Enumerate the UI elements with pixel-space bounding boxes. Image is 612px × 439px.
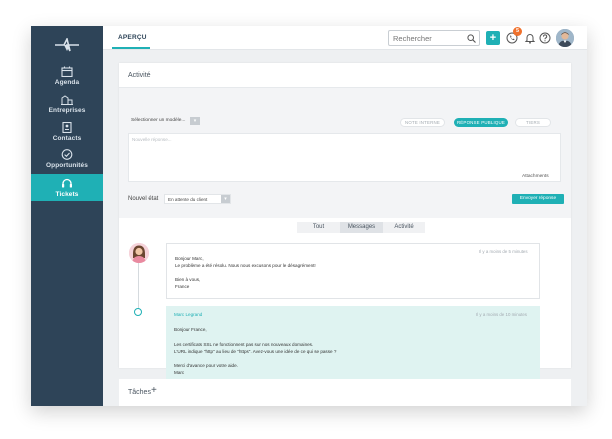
sidebar-item-agenda[interactable]: Agenda	[31, 66, 103, 92]
top-bar: APERÇU + 5	[103, 26, 587, 50]
chevron-down-icon[interactable]: ▾	[221, 195, 230, 203]
headset-icon	[62, 178, 72, 188]
filter-tab-activite[interactable]: Activité	[383, 222, 425, 233]
check-circle-icon	[61, 149, 73, 160]
message-line: Les certificats SSL ne fonctionnent pas …	[174, 342, 314, 347]
message-line: Bonjour Marc,	[175, 256, 204, 261]
activity-card: Activité Sélectionner un modèle... ▾ NOT…	[119, 63, 571, 386]
reply-input[interactable]	[132, 137, 552, 157]
app-window: Agenda Entreprises Contacts Opportunités…	[31, 26, 587, 406]
template-select-value: Sélectionner un modèle...	[131, 118, 186, 123]
sidebar-item-tickets[interactable]: Tickets	[31, 174, 103, 201]
tasks-card: Tâches +	[119, 379, 571, 406]
user-avatar-image	[556, 29, 574, 47]
user-avatar[interactable]	[556, 29, 574, 47]
message-time: Il y a moins de 10 minutes	[476, 312, 528, 317]
reply-box: Attachments	[128, 133, 561, 182]
send-reply-button[interactable]: Envoyer réponse	[512, 194, 564, 204]
nouvel-etat-label: Nouvel état	[128, 196, 159, 202]
add-task-button[interactable]: +	[151, 385, 157, 396]
message-time: Il y a moins de 5 minutes	[479, 249, 528, 254]
tab-apercu[interactable]: APERÇU	[118, 34, 147, 41]
sidebar-item-contacts[interactable]: Contacts	[31, 122, 103, 148]
sidebar-item-label: Agenda	[54, 79, 80, 86]
activity-title: Activité	[128, 72, 151, 79]
message-line: Marc	[174, 370, 185, 375]
mode-tiers[interactable]: TIERS	[515, 118, 551, 127]
sidebar-item-label: Tickets	[55, 191, 79, 198]
message-line: L'URL indique "http" au lieu de "https".…	[174, 349, 337, 354]
timeline-line	[138, 263, 139, 313]
sidebar-item-label: Entreprises	[48, 107, 86, 114]
bell-icon[interactable]	[524, 32, 536, 44]
agent-avatar	[129, 243, 149, 263]
sidebar: Agenda Entreprises Contacts Opportunités…	[31, 26, 103, 406]
tasks-title: Tâches	[128, 389, 151, 396]
buildings-icon	[61, 95, 73, 105]
message-card: Il y a moins de 5 minutes Bonjour Marc, …	[166, 243, 540, 299]
sidebar-item-entreprises[interactable]: Entreprises	[31, 94, 103, 120]
notification-badge: 5	[513, 27, 522, 36]
agent-avatar-image	[129, 243, 149, 263]
message-line: Merci d'avance pour votre aide.	[174, 363, 238, 368]
contact-card-icon	[62, 122, 72, 133]
app-logo-icon[interactable]	[55, 38, 79, 52]
sidebar-item-label: Opportunités	[45, 162, 88, 169]
message-line: Le problème a été résolu. Nous nous excu…	[175, 263, 316, 268]
filter-tab-tout[interactable]: Tout	[297, 222, 340, 233]
activity-filter-tabs: Tout Messages Activité	[297, 222, 425, 233]
help-icon[interactable]	[539, 32, 551, 44]
message-card-highlighted: Marc Legrand Il y a moins de 10 minutes …	[166, 306, 540, 386]
mode-note-interne[interactable]: NOTE INTERNE	[400, 118, 445, 127]
search-input[interactable]	[393, 34, 465, 43]
chevron-down-icon[interactable]: ▾	[190, 117, 200, 125]
search-icon[interactable]	[467, 34, 476, 43]
timeline-marker	[134, 308, 142, 316]
calendar-icon	[61, 66, 73, 77]
filter-tab-messages[interactable]: Messages	[340, 222, 383, 233]
add-button[interactable]: +	[486, 31, 500, 45]
sidebar-item-label: Contacts	[52, 135, 82, 142]
mode-reponse-publique[interactable]: RÉPONSE PUBLIQUE	[454, 118, 508, 127]
message-line: Bonjour France,	[174, 327, 207, 332]
sidebar-item-opportunites[interactable]: Opportunités	[31, 149, 103, 175]
template-select[interactable]: Sélectionner un modèle... ▾	[128, 116, 201, 126]
message-line: Bien à vous,	[175, 277, 201, 282]
etat-select[interactable]: En attente du client ▾	[164, 194, 231, 204]
message-line: France	[175, 284, 190, 289]
search-box[interactable]	[388, 30, 480, 46]
etat-select-value: En attente du client	[168, 197, 208, 202]
attachments-link[interactable]: Attachments	[522, 174, 549, 179]
active-tab-indicator	[112, 47, 150, 49]
message-author[interactable]: Marc Legrand	[174, 312, 202, 317]
